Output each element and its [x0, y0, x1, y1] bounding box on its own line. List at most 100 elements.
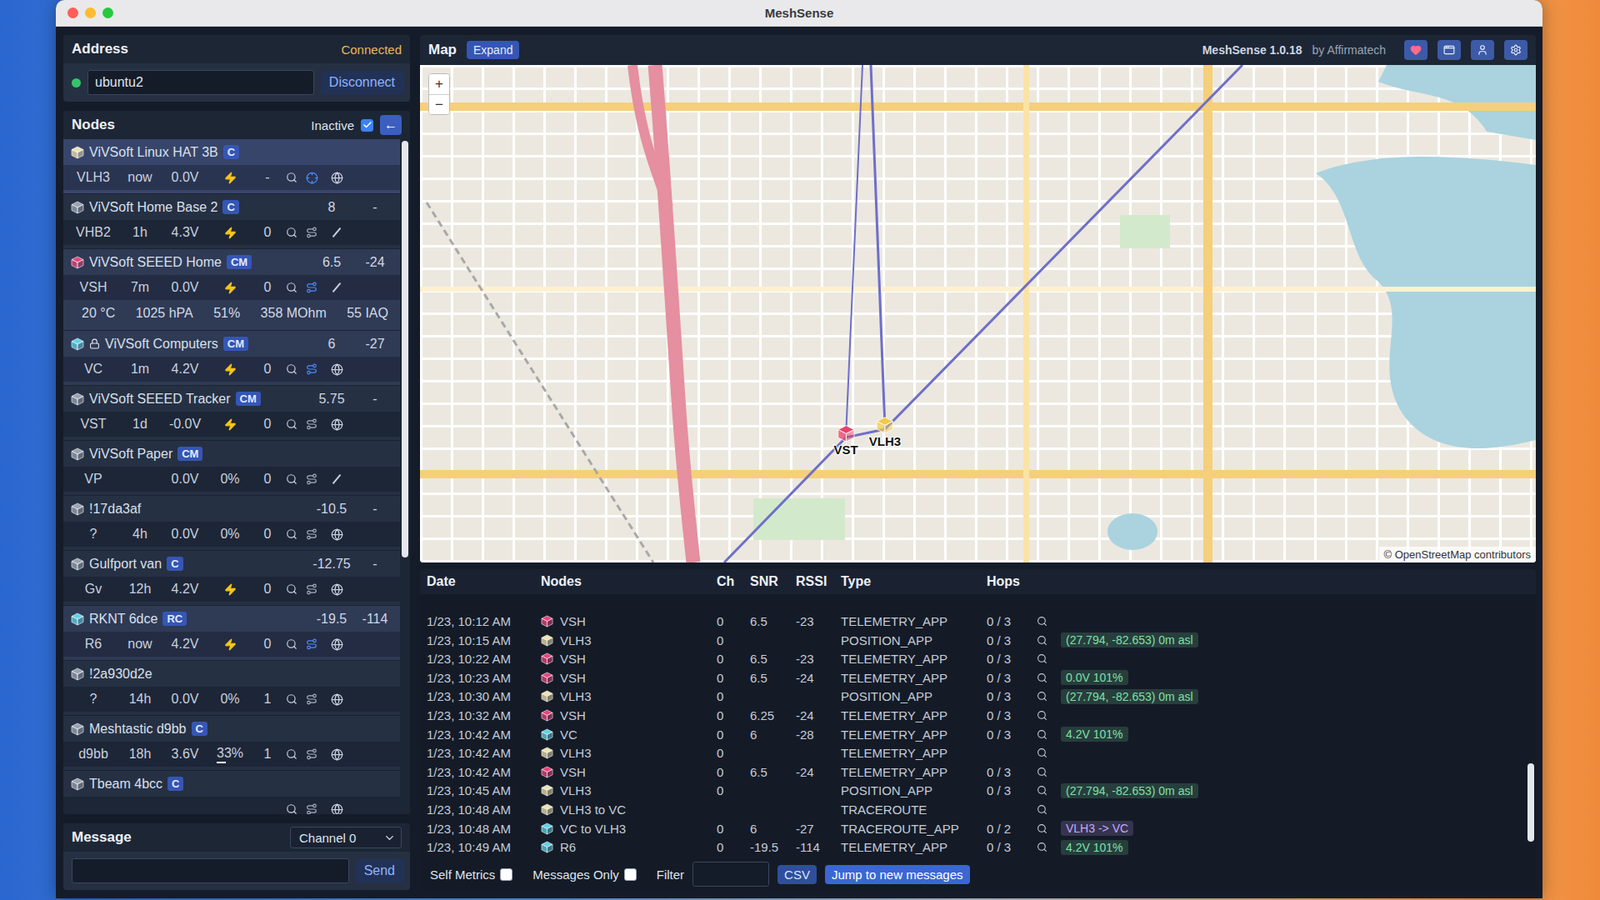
- column-header[interactable]: Nodes: [540, 574, 717, 590]
- self-metrics-toggle[interactable]: Self Metrics: [430, 867, 513, 882]
- zoom-in-button[interactable]: +: [429, 74, 450, 95]
- channel-select[interactable]: Channel 0: [290, 826, 402, 849]
- traceroute-icon[interactable]: [305, 363, 318, 375]
- search-icon[interactable]: [1036, 804, 1048, 815]
- log-row[interactable]: 1/23, 10:49 AMR60-19.5-114TELEMETRY_APP0…: [420, 837, 1526, 857]
- node-card[interactable]: ViVSoft Home Base 2C8-VHB21h4.3V0: [63, 194, 400, 250]
- search-icon[interactable]: [1036, 635, 1048, 646]
- column-header[interactable]: RSSI: [795, 574, 841, 590]
- search-icon[interactable]: [1036, 710, 1048, 721]
- user-button[interactable]: [1470, 40, 1495, 60]
- traceroute-icon[interactable]: [305, 281, 318, 294]
- node-card[interactable]: RKNT 6dceRC-19.5-114R6now4.2V0: [63, 605, 400, 661]
- log-row[interactable]: 1/23, 10:30 AMVLH30POSITION_APP0 / 3(27.…: [420, 687, 1526, 707]
- globe-icon[interactable]: [330, 693, 344, 706]
- search-icon[interactable]: [285, 473, 298, 485]
- search-icon[interactable]: [1036, 672, 1048, 684]
- globe-icon[interactable]: [330, 418, 344, 431]
- search-icon[interactable]: [285, 638, 298, 650]
- inactive-checkbox[interactable]: [360, 119, 374, 132]
- traceroute-icon[interactable]: [305, 528, 318, 540]
- search-icon[interactable]: [285, 748, 298, 760]
- search-icon[interactable]: [285, 583, 298, 595]
- minimize-button[interactable]: [85, 7, 96, 19]
- search-icon[interactable]: [1036, 729, 1048, 740]
- node-card[interactable]: !17da3af-10.5-?4h0.0V0%0: [63, 495, 400, 551]
- node-card[interactable]: ViVSoft SEEED TrackerCM5.75-VST1d-0.0V0: [63, 385, 400, 441]
- node-card[interactable]: ViVSoft SEEED HomeCM6.5-24VSH7m0.0V020 °…: [63, 249, 400, 331]
- search-icon[interactable]: [285, 226, 298, 239]
- filter-input[interactable]: [692, 861, 770, 887]
- column-header[interactable]: Date: [426, 574, 541, 590]
- log-row[interactable]: 1/23, 10:15 AMVLH30POSITION_APP0 / 3(27.…: [420, 630, 1526, 650]
- node-card[interactable]: ViVSoft Linux HAT 3BCVLH3now0.0V-: [63, 139, 400, 195]
- traceroute-icon[interactable]: [305, 226, 318, 239]
- address-input[interactable]: ubuntu2: [87, 70, 315, 95]
- map-pin[interactable]: VST: [833, 424, 858, 457]
- log-scrollbar-thumb[interactable]: [1527, 763, 1535, 843]
- column-header[interactable]: SNR: [750, 574, 796, 590]
- search-icon[interactable]: [285, 693, 298, 705]
- search-icon[interactable]: [1036, 785, 1048, 796]
- expand-button[interactable]: Expand: [466, 40, 520, 60]
- search-icon[interactable]: [285, 418, 298, 430]
- map[interactable]: VSTVLH3+−© OpenStreetMap contributors: [420, 65, 1536, 563]
- log-scrollbar[interactable]: [1525, 594, 1536, 860]
- messages-only-toggle[interactable]: Messages Only: [532, 867, 636, 882]
- traceroute-icon[interactable]: [305, 803, 318, 815]
- window-button[interactable]: [1437, 40, 1461, 60]
- send-button[interactable]: Send: [355, 859, 404, 883]
- message-input[interactable]: [71, 858, 350, 884]
- search-icon[interactable]: [1036, 823, 1048, 835]
- jump-button[interactable]: Jump to new messages: [825, 865, 970, 885]
- globe-icon[interactable]: [330, 528, 344, 541]
- csv-button[interactable]: CSV: [777, 865, 817, 885]
- search-icon[interactable]: [1036, 690, 1048, 702]
- close-button[interactable]: [67, 7, 79, 19]
- node-card[interactable]: Meshtastic d9bbCd9bb18h3.6V33%1: [63, 715, 400, 771]
- column-header[interactable]: Type: [840, 574, 987, 590]
- target-icon[interactable]: [305, 171, 319, 185]
- log-row[interactable]: 1/23, 10:42 AMVLH30TELEMETRY_APP: [420, 743, 1526, 763]
- search-icon[interactable]: [1036, 653, 1048, 665]
- search-icon[interactable]: [285, 803, 298, 815]
- log-row[interactable]: 1/23, 10:42 AMVSH06.5-24TELEMETRY_APP0 /…: [420, 762, 1526, 782]
- log-row[interactable]: 1/23, 10:48 AMVLH3 to VCTRACEROUTE: [420, 800, 1526, 820]
- search-icon[interactable]: [285, 528, 298, 540]
- node-card[interactable]: ViVSoft ComputersCM6-27VC1m4.2V0: [63, 330, 400, 386]
- node-card[interactable]: Gulfport vanC-12.75-Gv12h4.2V0: [63, 550, 400, 606]
- support-button[interactable]: [1404, 40, 1428, 60]
- log-row[interactable]: 1/23, 10:12 AMVSH06.5-23TELEMETRY_APP0 /…: [420, 611, 1526, 631]
- log-row[interactable]: 1/23, 10:42 AMVC06-28TELEMETRY_APP0 / 34…: [420, 725, 1526, 745]
- scrollbar[interactable]: [400, 139, 410, 815]
- globe-icon[interactable]: [330, 803, 344, 815]
- disconnect-button[interactable]: Disconnect: [320, 70, 404, 95]
- log-row[interactable]: 1/23, 10:48 AMVC to VLH306-27TRACEROUTE_…: [420, 819, 1526, 839]
- traceroute-icon[interactable]: [305, 418, 318, 430]
- traceroute-icon[interactable]: [305, 748, 318, 760]
- globe-icon[interactable]: [330, 363, 344, 376]
- collapse-button[interactable]: ←: [380, 115, 402, 135]
- messages-only-checkbox[interactable]: [624, 868, 637, 881]
- globe-icon[interactable]: [330, 748, 344, 761]
- zoom-out-button[interactable]: −: [429, 94, 450, 115]
- search-icon[interactable]: [285, 281, 298, 294]
- settings-button[interactable]: [1504, 40, 1528, 60]
- log-row[interactable]: 1/23, 10:22 AMVSH06.5-23TELEMETRY_APP0 /…: [420, 649, 1526, 669]
- node-card[interactable]: ViVSoft PaperCMVP0.0V0%0: [63, 440, 400, 496]
- traceroute-icon[interactable]: [305, 693, 318, 705]
- search-icon[interactable]: [285, 363, 298, 375]
- column-header[interactable]: Ch: [716, 574, 750, 590]
- node-card[interactable]: !2a930d2e?14h0.0V0%1: [63, 660, 400, 716]
- globe-icon[interactable]: [330, 171, 344, 185]
- zoom-button[interactable]: [102, 7, 114, 19]
- search-icon[interactable]: [285, 171, 298, 184]
- search-icon[interactable]: [1036, 766, 1048, 778]
- traceroute-icon[interactable]: [305, 638, 318, 650]
- node-card[interactable]: Tbeam 4bccC: [63, 770, 400, 815]
- search-icon[interactable]: [1036, 747, 1048, 759]
- search-icon[interactable]: [1036, 615, 1048, 627]
- log-row[interactable]: 1/23, 10:23 AMVSH06.5-24TELEMETRY_APP0 /…: [420, 668, 1526, 688]
- log-row[interactable]: 1/23, 10:32 AMVSH06.25-24TELEMETRY_APP0 …: [420, 705, 1526, 725]
- log-row[interactable]: 1/23, 10:45 AMVLH30POSITION_APP0 / 3(27.…: [420, 781, 1526, 801]
